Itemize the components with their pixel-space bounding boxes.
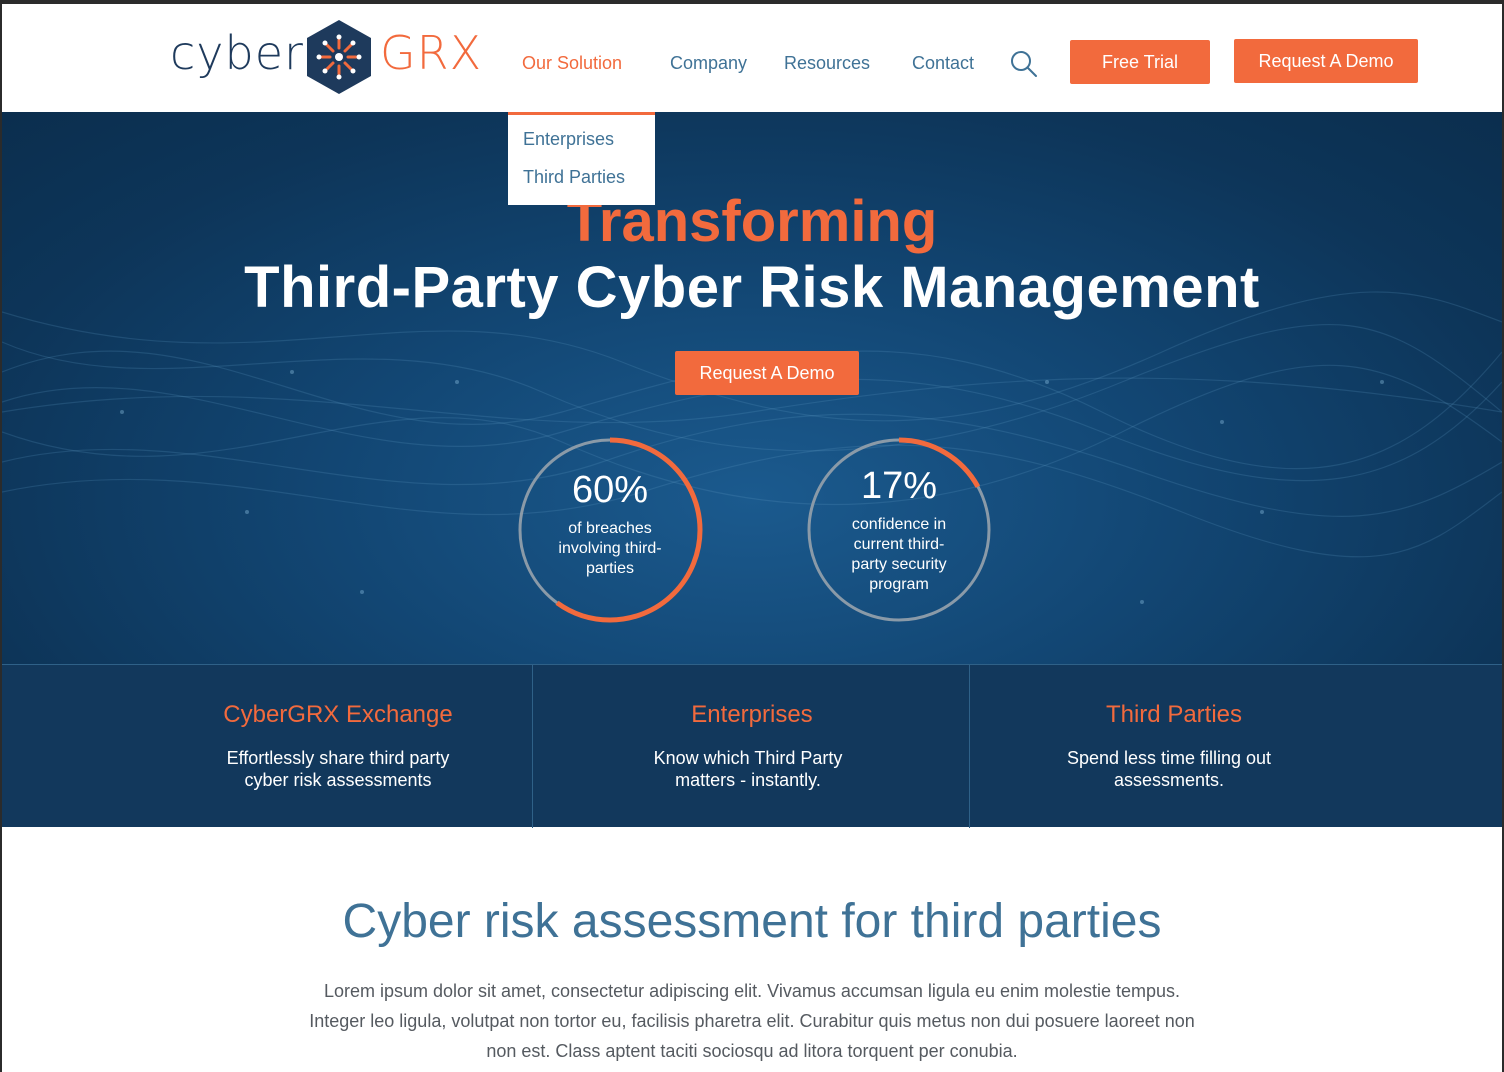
nav-resources[interactable]: Resources bbox=[784, 53, 870, 74]
logo-text-cyber: cyber bbox=[170, 26, 304, 80]
page: cyber GRX Our Solution Company Resources… bbox=[2, 4, 1502, 1072]
feature-divider bbox=[969, 665, 970, 828]
nav-contact[interactable]: Contact bbox=[912, 53, 974, 74]
dropdown-item-third-parties[interactable]: Third Parties bbox=[523, 167, 625, 188]
section-title: Cyber risk assessment for third parties bbox=[342, 895, 1162, 948]
dropdown-item-enterprises[interactable]: Enterprises bbox=[523, 129, 614, 150]
feature-exchange-title: CyberGRX Exchange bbox=[223, 701, 453, 728]
hero-title-line2: Third-Party Cyber Risk Management bbox=[244, 255, 1260, 320]
stat-breaches-value: 60% bbox=[571, 469, 649, 511]
feature-exchange[interactable]: CyberGRX Exchange Effortlessly share thi… bbox=[188, 665, 488, 828]
feature-third-parties[interactable]: Third Parties Spend less time filling ou… bbox=[1024, 665, 1324, 828]
stat-confidence-description: confidence in current third-party securi… bbox=[851, 516, 947, 593]
request-demo-hero-button[interactable]: Request A Demo bbox=[675, 351, 859, 395]
request-demo-header-button[interactable]: Request A Demo bbox=[1234, 39, 1418, 83]
features-band: CyberGRX Exchange Effortlessly share thi… bbox=[2, 664, 1502, 828]
our-solution-dropdown: Enterprises Third Parties bbox=[508, 112, 655, 205]
feature-enterprises[interactable]: Enterprises Know which Third Party matte… bbox=[602, 665, 902, 828]
feature-enterprises-description: Know which Third Party matters - instant… bbox=[653, 748, 843, 790]
stat-breaches-description: of breaches involving third-parties bbox=[558, 520, 662, 577]
feature-divider bbox=[532, 665, 533, 828]
hero-section: Transforming Third-Party Cyber Risk Mana… bbox=[2, 112, 1502, 664]
logo-text-grx: GRX bbox=[380, 26, 483, 80]
feature-enterprises-title: Enterprises bbox=[691, 701, 813, 728]
section-body: Lorem ipsum dolor sit amet, consectetur … bbox=[309, 981, 1195, 1061]
feature-exchange-description: Effortlessly share third party cyber ris… bbox=[226, 748, 450, 790]
stat-confidence: 17% confidence in current third-party se… bbox=[804, 435, 994, 625]
logo-hexagon-icon bbox=[307, 20, 371, 94]
free-trial-button[interactable]: Free Trial bbox=[1070, 40, 1210, 84]
nav-our-solution[interactable]: Our Solution bbox=[522, 53, 622, 74]
feature-third-parties-title: Third Parties bbox=[1105, 701, 1243, 728]
hero-title-line1: Transforming bbox=[566, 189, 938, 254]
site-header: cyber GRX Our Solution Company Resources… bbox=[2, 4, 1502, 112]
logo[interactable]: cyber GRX bbox=[170, 18, 483, 98]
stat-breaches: 60% of breaches involving third-parties bbox=[515, 435, 705, 625]
feature-third-parties-description: Spend less time filling out assessments. bbox=[1066, 748, 1272, 790]
stat-confidence-value: 17% bbox=[860, 465, 938, 507]
search-icon[interactable] bbox=[1010, 50, 1038, 78]
nav-company[interactable]: Company bbox=[670, 53, 747, 74]
